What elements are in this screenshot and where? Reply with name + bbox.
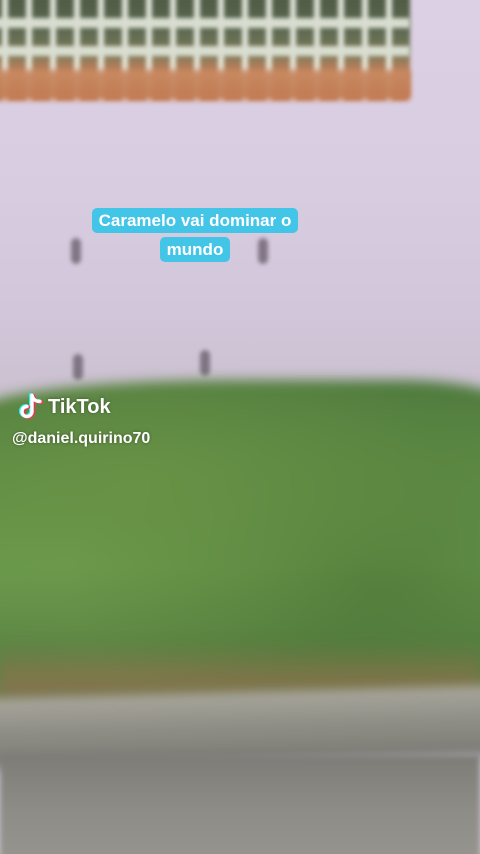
tiktok-logo-icon [19, 393, 43, 419]
video-frame [0, 0, 480, 854]
road [0, 755, 480, 854]
tiktok-watermark: TikTok [16, 392, 111, 422]
window-sill [0, 70, 410, 100]
caption-line-2: mundo [159, 237, 231, 262]
wall-mark [200, 350, 210, 376]
creator-handle: @daniel.quirino70 [12, 430, 151, 447]
wall-mark [73, 354, 83, 380]
caption-line-1: Caramelo vai dominar o [91, 208, 299, 233]
grille-bar [0, 46, 410, 56]
grille-bar [0, 18, 410, 28]
tiktok-brand: TikTok [48, 395, 111, 418]
caption: Caramelo vai dominar o mundo [74, 206, 316, 264]
